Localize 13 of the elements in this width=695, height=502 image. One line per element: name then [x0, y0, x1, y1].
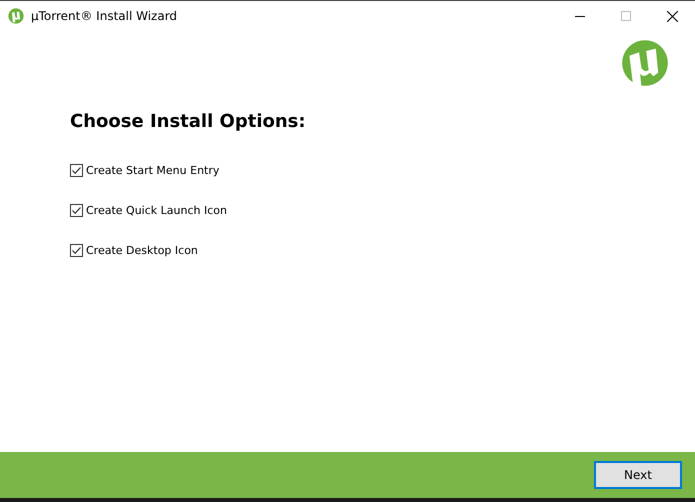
next-button[interactable]: Next — [594, 461, 682, 489]
checkbox-label[interactable]: Create Quick Launch Icon — [86, 204, 227, 216]
app-logo-icon — [621, 39, 669, 87]
close-icon — [666, 10, 678, 22]
checkbox-label[interactable]: Create Desktop Icon — [86, 244, 198, 256]
checkbox[interactable] — [70, 164, 83, 176]
checkbox[interactable] — [70, 244, 83, 256]
checkbox-label[interactable]: Create Start Menu Entry — [86, 164, 220, 176]
app-logo-icon — [8, 8, 24, 24]
window-title: µTorrent® Install Wizard — [31, 9, 178, 23]
checkbox[interactable] — [70, 204, 83, 216]
maximize-icon — [621, 11, 631, 21]
page-heading: Choose Install Options: — [70, 111, 307, 132]
